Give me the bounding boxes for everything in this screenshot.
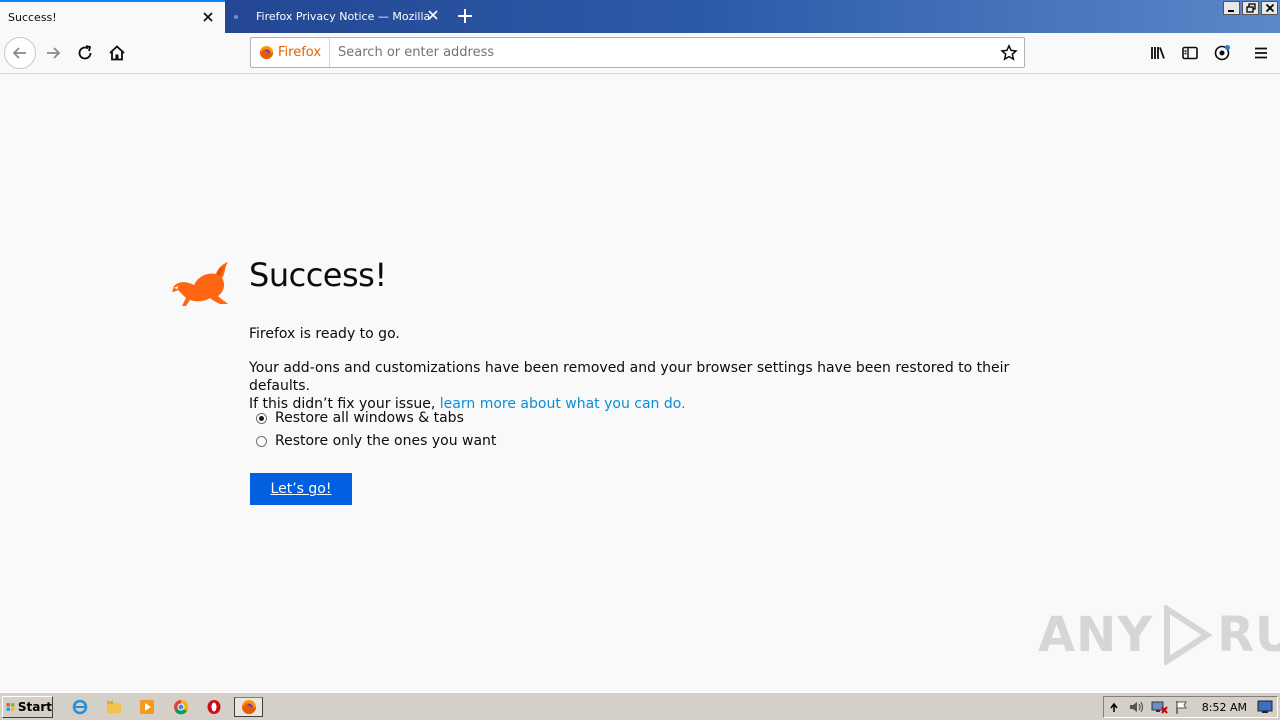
opera-icon — [207, 700, 221, 714]
folder-icon — [107, 701, 121, 713]
menu-button[interactable] — [1245, 37, 1277, 69]
show-desktop-icon[interactable] — [1257, 700, 1273, 714]
firefox-fox-icon — [172, 262, 228, 306]
forward-button[interactable] — [37, 37, 69, 69]
action-center-flag-icon[interactable] — [1174, 699, 1190, 715]
play-logo-icon — [1164, 605, 1213, 665]
radio-label: Restore only the ones you want — [275, 433, 497, 449]
restore-button[interactable] — [1242, 1, 1259, 15]
bookmark-star-icon[interactable] — [1000, 44, 1018, 62]
watermark-left: ANY — [1038, 607, 1154, 663]
taskbar-clock[interactable]: 8:52 AM — [1202, 701, 1247, 714]
close-tab-icon[interactable] — [201, 10, 215, 24]
identity-label: Firefox — [278, 45, 322, 60]
navigation-toolbar: Firefox — [0, 33, 1280, 74]
taskbar-explorer-icon[interactable] — [103, 697, 125, 717]
tab-strip: Success! Firefox Privacy Notice — Mozill… — [0, 0, 1280, 33]
restore-icon — [1245, 3, 1256, 13]
start-label: Start — [17, 700, 52, 714]
account-icon — [1214, 45, 1230, 61]
hamburger-menu-icon — [1255, 47, 1267, 59]
lets-go-button[interactable]: Let’s go! — [250, 473, 352, 505]
tab-title: Success! — [8, 11, 57, 24]
chrome-icon — [174, 699, 189, 715]
info-text-line-1: Your add-ons and customizations have bee… — [249, 360, 1010, 394]
home-icon — [109, 45, 125, 61]
library-icon — [1151, 47, 1165, 59]
ready-text: Firefox is ready to go. — [249, 326, 400, 342]
show-hidden-icons-icon[interactable] — [1108, 700, 1120, 714]
firefox-logo-icon — [259, 45, 274, 60]
identity-box[interactable]: Firefox — [251, 38, 331, 67]
taskbar-chrome-icon[interactable] — [170, 697, 192, 717]
system-tray: 8:52 AM — [1103, 696, 1278, 718]
volume-icon[interactable] — [1128, 699, 1146, 715]
learn-more-link[interactable]: learn more about what you can do. — [440, 396, 686, 412]
radio-button-unchecked[interactable] — [256, 435, 267, 447]
account-button[interactable] — [1206, 37, 1238, 69]
taskbar: Start 8:52 AM — [0, 692, 1280, 720]
tab-loading-dot-icon — [234, 14, 238, 19]
start-button[interactable]: Start — [2, 696, 53, 718]
sidebar-icon — [1182, 46, 1198, 60]
sidebar-button[interactable] — [1174, 37, 1206, 69]
tab-title: Firefox Privacy Notice — Mozilla — [256, 10, 431, 23]
minimize-button[interactable] — [1223, 1, 1240, 15]
info-text: Your add-ons and customizations have bee… — [249, 359, 1049, 413]
library-button[interactable] — [1142, 37, 1174, 69]
radio-restore-all[interactable]: Restore all windows & tabs — [256, 410, 464, 426]
taskbar-firefox-icon[interactable] — [234, 697, 263, 717]
taskbar-media-player-icon[interactable] — [136, 697, 158, 717]
network-icon[interactable] — [1150, 699, 1168, 715]
tab-success[interactable]: Success! — [0, 0, 225, 33]
windows-logo-icon — [6, 703, 15, 711]
tab-privacy-notice[interactable]: Firefox Privacy Notice — Mozilla — [225, 0, 450, 33]
media-player-icon — [140, 700, 154, 714]
close-tab-icon[interactable] — [426, 8, 440, 22]
minimize-icon — [1228, 9, 1234, 12]
new-tab-plus-icon[interactable] — [452, 4, 478, 28]
page-title: Success! — [249, 256, 387, 294]
forward-arrow-icon — [47, 47, 61, 59]
radio-label: Restore all windows & tabs — [275, 410, 464, 426]
reload-button[interactable] — [69, 37, 101, 69]
back-button[interactable] — [4, 37, 36, 69]
radio-button-checked[interactable] — [256, 412, 267, 424]
window-controls — [1223, 1, 1278, 15]
address-input[interactable] — [338, 45, 989, 60]
watermark: ANY RUN — [1038, 605, 1280, 665]
taskbar-opera-icon[interactable] — [203, 697, 225, 717]
close-window-button[interactable] — [1261, 1, 1278, 15]
reload-icon — [78, 45, 92, 60]
watermark-right: RUN — [1217, 607, 1280, 663]
home-button[interactable] — [101, 37, 133, 69]
firefox-icon — [241, 700, 256, 714]
internet-explorer-icon — [72, 699, 88, 715]
back-arrow-icon — [12, 47, 26, 59]
taskbar-ie-icon[interactable] — [69, 697, 91, 717]
radio-restore-some[interactable]: Restore only the ones you want — [256, 433, 496, 449]
url-bar[interactable]: Firefox — [250, 37, 1025, 68]
close-icon — [1265, 3, 1274, 13]
